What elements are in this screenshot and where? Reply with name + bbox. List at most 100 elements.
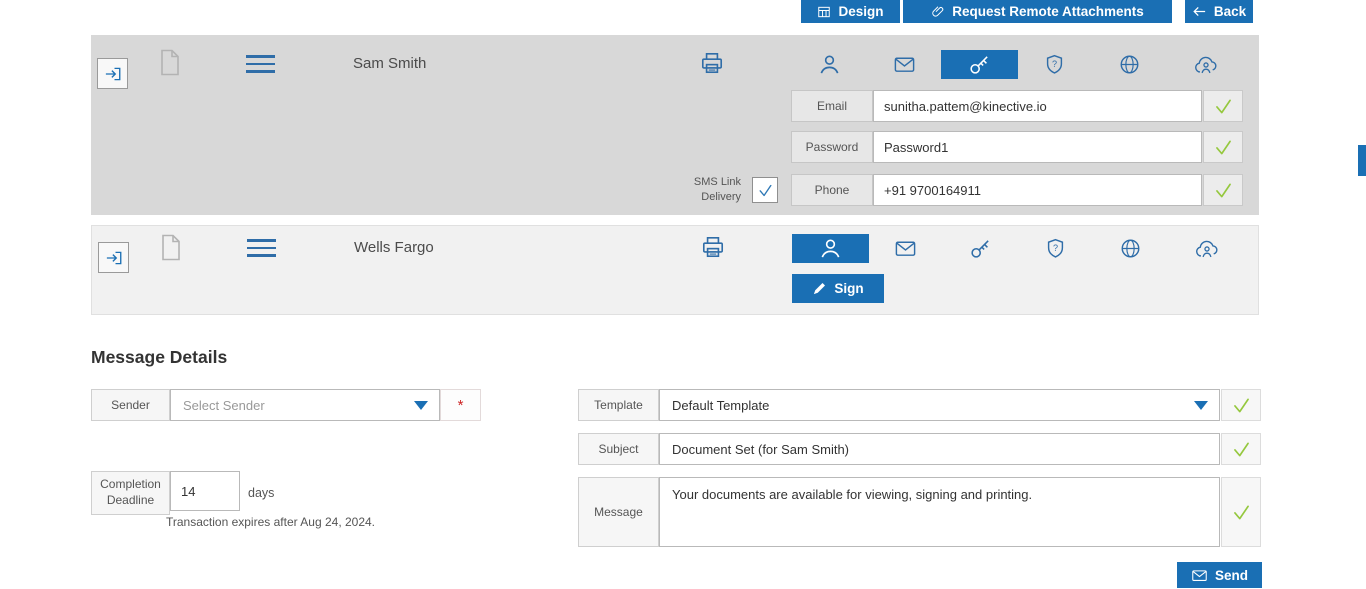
- email-valid-indicator: [1203, 90, 1243, 122]
- checkmark-icon: [1231, 502, 1252, 523]
- template-select[interactable]: Default Template: [659, 389, 1220, 421]
- signin-arrow-button[interactable]: [98, 242, 129, 273]
- sign-button-label: Sign: [834, 281, 863, 296]
- checkmark-icon: [1213, 96, 1234, 117]
- cloud-person-icon-button[interactable]: [1167, 50, 1244, 79]
- document-send-page: Design Request Remote Attachments Back S…: [0, 0, 1366, 589]
- sender-select-value: Select Sender: [183, 398, 265, 413]
- signin-arrow-icon: [105, 249, 123, 267]
- email-label: Email: [791, 90, 873, 122]
- checkmark-icon: [1213, 180, 1234, 201]
- sign-button[interactable]: Sign: [792, 274, 884, 303]
- signin-arrow-button[interactable]: [97, 58, 128, 89]
- person-icon-button[interactable]: [792, 234, 869, 263]
- grid-icon: [817, 5, 831, 19]
- message-details-heading: Message Details: [91, 347, 227, 368]
- checkmark-icon: [1231, 439, 1252, 460]
- hamburger-bar: [246, 55, 275, 58]
- message-valid-indicator: [1221, 477, 1261, 547]
- checkbox-check-icon: [757, 182, 774, 199]
- password-field[interactable]: [873, 131, 1202, 163]
- message-field[interactable]: Your documents are available for viewing…: [659, 477, 1220, 547]
- signin-arrow-icon: [104, 65, 122, 83]
- subject-valid-indicator: [1221, 433, 1261, 465]
- subject-label: Subject: [578, 433, 659, 465]
- send-button-label: Send: [1215, 568, 1248, 583]
- completion-deadline-label: Completion Deadline: [91, 471, 170, 515]
- drag-handle[interactable]: [247, 239, 276, 257]
- sender-required-marker: *: [440, 389, 481, 421]
- envelope-icon: [894, 237, 917, 260]
- scrollbar-thumb[interactable]: [1358, 145, 1366, 176]
- request-remote-attachments-label: Request Remote Attachments: [952, 4, 1144, 19]
- design-button-label: Design: [838, 4, 883, 19]
- recipient-name: Sam Smith: [353, 55, 426, 72]
- chevron-down-icon: [414, 401, 428, 410]
- phone-label: Phone: [791, 174, 873, 206]
- hamburger-bar: [246, 70, 275, 73]
- shield-question-icon: [1044, 237, 1067, 260]
- back-button[interactable]: Back: [1185, 0, 1253, 23]
- template-label: Template: [578, 389, 659, 421]
- key-icon-button[interactable]: [942, 234, 1019, 263]
- completion-deadline-unit: days: [248, 486, 274, 500]
- checkmark-icon: [1231, 395, 1252, 416]
- arrow-left-icon: [1192, 4, 1207, 19]
- password-valid-indicator: [1203, 131, 1243, 163]
- send-button[interactable]: Send: [1177, 562, 1262, 588]
- shield-question-icon: [1043, 53, 1066, 76]
- drag-handle[interactable]: [246, 55, 275, 73]
- print-button[interactable]: [699, 50, 725, 79]
- sender-select[interactable]: Select Sender: [170, 389, 440, 421]
- shield-question-icon-button[interactable]: [1016, 50, 1093, 79]
- request-remote-attachments-button[interactable]: Request Remote Attachments: [903, 0, 1172, 23]
- hamburger-bar: [247, 239, 276, 242]
- globe-icon: [1118, 53, 1141, 76]
- email-field[interactable]: [873, 90, 1202, 122]
- envelope-icon: [893, 53, 916, 76]
- password-label: Password: [791, 131, 873, 163]
- checkmark-icon: [1213, 137, 1234, 158]
- cloud-person-icon-button[interactable]: [1168, 234, 1245, 263]
- chevron-down-icon: [1194, 401, 1208, 410]
- phone-field[interactable]: [873, 174, 1202, 206]
- printer-icon: [700, 234, 726, 260]
- subject-field[interactable]: [659, 433, 1220, 465]
- back-button-label: Back: [1214, 4, 1246, 19]
- printer-icon: [699, 50, 725, 76]
- person-icon: [819, 237, 842, 260]
- cloud-person-icon: [1194, 238, 1220, 260]
- person-icon-button[interactable]: [791, 50, 868, 79]
- send-envelope-icon: [1191, 567, 1208, 584]
- template-valid-indicator: [1221, 389, 1261, 421]
- key-icon: [969, 237, 992, 260]
- key-icon-button[interactable]: [941, 50, 1018, 79]
- expiry-note: Transaction expires after Aug 24, 2024.: [166, 515, 375, 529]
- sms-link-delivery-checkbox[interactable]: [752, 177, 778, 203]
- template-select-value: Default Template: [672, 398, 769, 413]
- globe-icon-button[interactable]: [1091, 50, 1168, 79]
- hamburger-bar: [247, 254, 276, 257]
- completion-deadline-field[interactable]: [170, 471, 240, 511]
- print-button[interactable]: [700, 234, 726, 263]
- phone-valid-indicator: [1203, 174, 1243, 206]
- sms-link-delivery-label: SMS Link Delivery: [677, 175, 741, 205]
- hamburger-bar: [246, 63, 275, 66]
- globe-icon: [1119, 237, 1142, 260]
- envelope-icon-button[interactable]: [866, 50, 943, 79]
- globe-icon-button[interactable]: [1092, 234, 1169, 263]
- recipient-name: Wells Fargo: [354, 239, 434, 256]
- hamburger-bar: [247, 247, 276, 250]
- shield-question-icon-button[interactable]: [1017, 234, 1094, 263]
- document-icon: [159, 48, 181, 82]
- recipient-row: Wells Fargo Sign: [91, 225, 1259, 315]
- design-button[interactable]: Design: [801, 0, 900, 23]
- person-icon: [818, 53, 841, 76]
- paperclip-icon: [931, 5, 945, 19]
- envelope-icon-button[interactable]: [867, 234, 944, 263]
- key-icon: [968, 53, 991, 76]
- sender-label: Sender: [91, 389, 170, 421]
- document-icon: [160, 233, 182, 267]
- message-label: Message: [578, 477, 659, 547]
- cloud-person-icon: [1193, 54, 1219, 76]
